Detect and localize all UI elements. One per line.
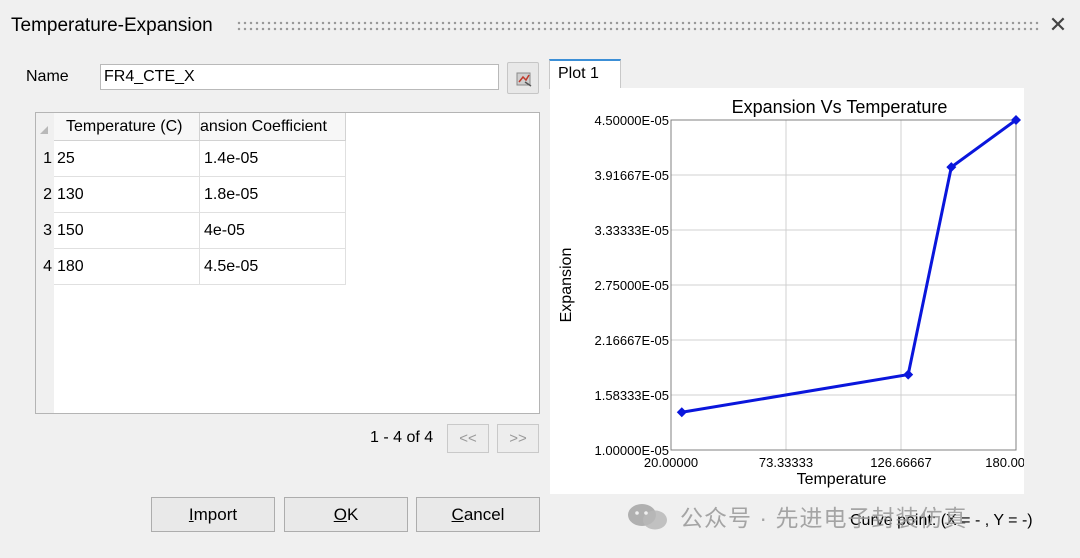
y-tick-label: 3.91667E-05 [595,168,669,183]
x-tick-label: 126.66667 [870,455,931,470]
table-corner[interactable] [36,113,54,141]
cell-temperature[interactable]: 180 [54,249,200,285]
row-number[interactable]: 1 [36,141,54,177]
name-label: Name [26,68,69,85]
column-header-coefficient[interactable]: ansion Coefficient [200,113,346,141]
row-number[interactable]: 2 [36,177,54,213]
title-drag-grip[interactable] [236,20,1040,32]
y-tick-label: 3.33333E-05 [595,223,669,238]
pager-status: 1 - 4 of 4 [370,429,434,446]
import-button-rest: mport [193,505,238,524]
x-tick-label: 20.00000 [644,455,698,470]
row-number[interactable]: 4 [36,249,54,285]
series-line [681,118,1017,414]
cancel-button-rest: ancel [463,505,505,524]
chart-title: Expansion Vs Temperature [732,97,948,117]
data-point-marker [676,407,687,418]
ok-button-rest: K [346,505,359,524]
y-tick-label: 2.16667E-05 [595,333,669,348]
ok-button-mnemonic: O [333,505,347,524]
curve-picker-button[interactable] [507,62,539,94]
cell-temperature[interactable]: 130 [54,177,200,213]
cell-coefficient[interactable]: 4e-05 [200,213,346,249]
cancel-button[interactable]: Cancel [416,497,540,532]
x-axis-label: Temperature [797,471,887,488]
y-tick-label: 4.50000E-05 [595,113,669,128]
y-axis-label: Expansion [558,248,575,323]
name-input[interactable] [100,64,499,90]
data-point-marker [903,369,914,380]
plot-panel[interactable]: 1.00000E-05 1.58333E-05 2.16667E-05 2.75000… [550,88,1047,494]
previous-page-button[interactable]: << [447,424,489,453]
row-number[interactable]: 3 [36,213,54,249]
cell-temperature[interactable]: 150 [54,213,200,249]
ok-button[interactable]: OK [284,497,408,532]
cancel-button-mnemonic: C [451,505,464,524]
cell-temperature[interactable]: 25 [54,141,200,177]
tab-plot-1[interactable]: Plot 1 [549,59,621,89]
cell-coefficient[interactable]: 1.4e-05 [200,141,346,177]
expansion-chart[interactable]: 1.00000E-051.58333E-052.16667E-052.75000… [550,88,1047,494]
x-tick-label: 73.33333 [759,455,813,470]
import-button[interactable]: Import [151,497,275,532]
column-header-temperature[interactable]: Temperature (C) [54,113,200,141]
y-tick-label: 1.58333E-05 [595,388,669,403]
data-table[interactable]: Temperature (C) ansion Coefficient 1 25 … [35,112,540,414]
curve-picker-icon [516,72,532,87]
watermark-text: 公众号 · 先进电子封装仿真 [680,505,968,531]
x-tick-label: 180.00000 [985,455,1024,470]
close-icon[interactable]: ✕ [1046,13,1070,37]
cell-coefficient[interactable]: 4.5e-05 [200,249,346,285]
wechat-icon [628,504,667,530]
next-page-button[interactable]: >> [497,424,539,453]
dialog-title: Temperature-Expansion [11,15,213,36]
dialog-titlebar[interactable]: Temperature-Expansion ✕ [0,0,1080,52]
cell-coefficient[interactable]: 1.8e-05 [200,177,346,213]
y-tick-label: 2.75000E-05 [595,278,669,293]
